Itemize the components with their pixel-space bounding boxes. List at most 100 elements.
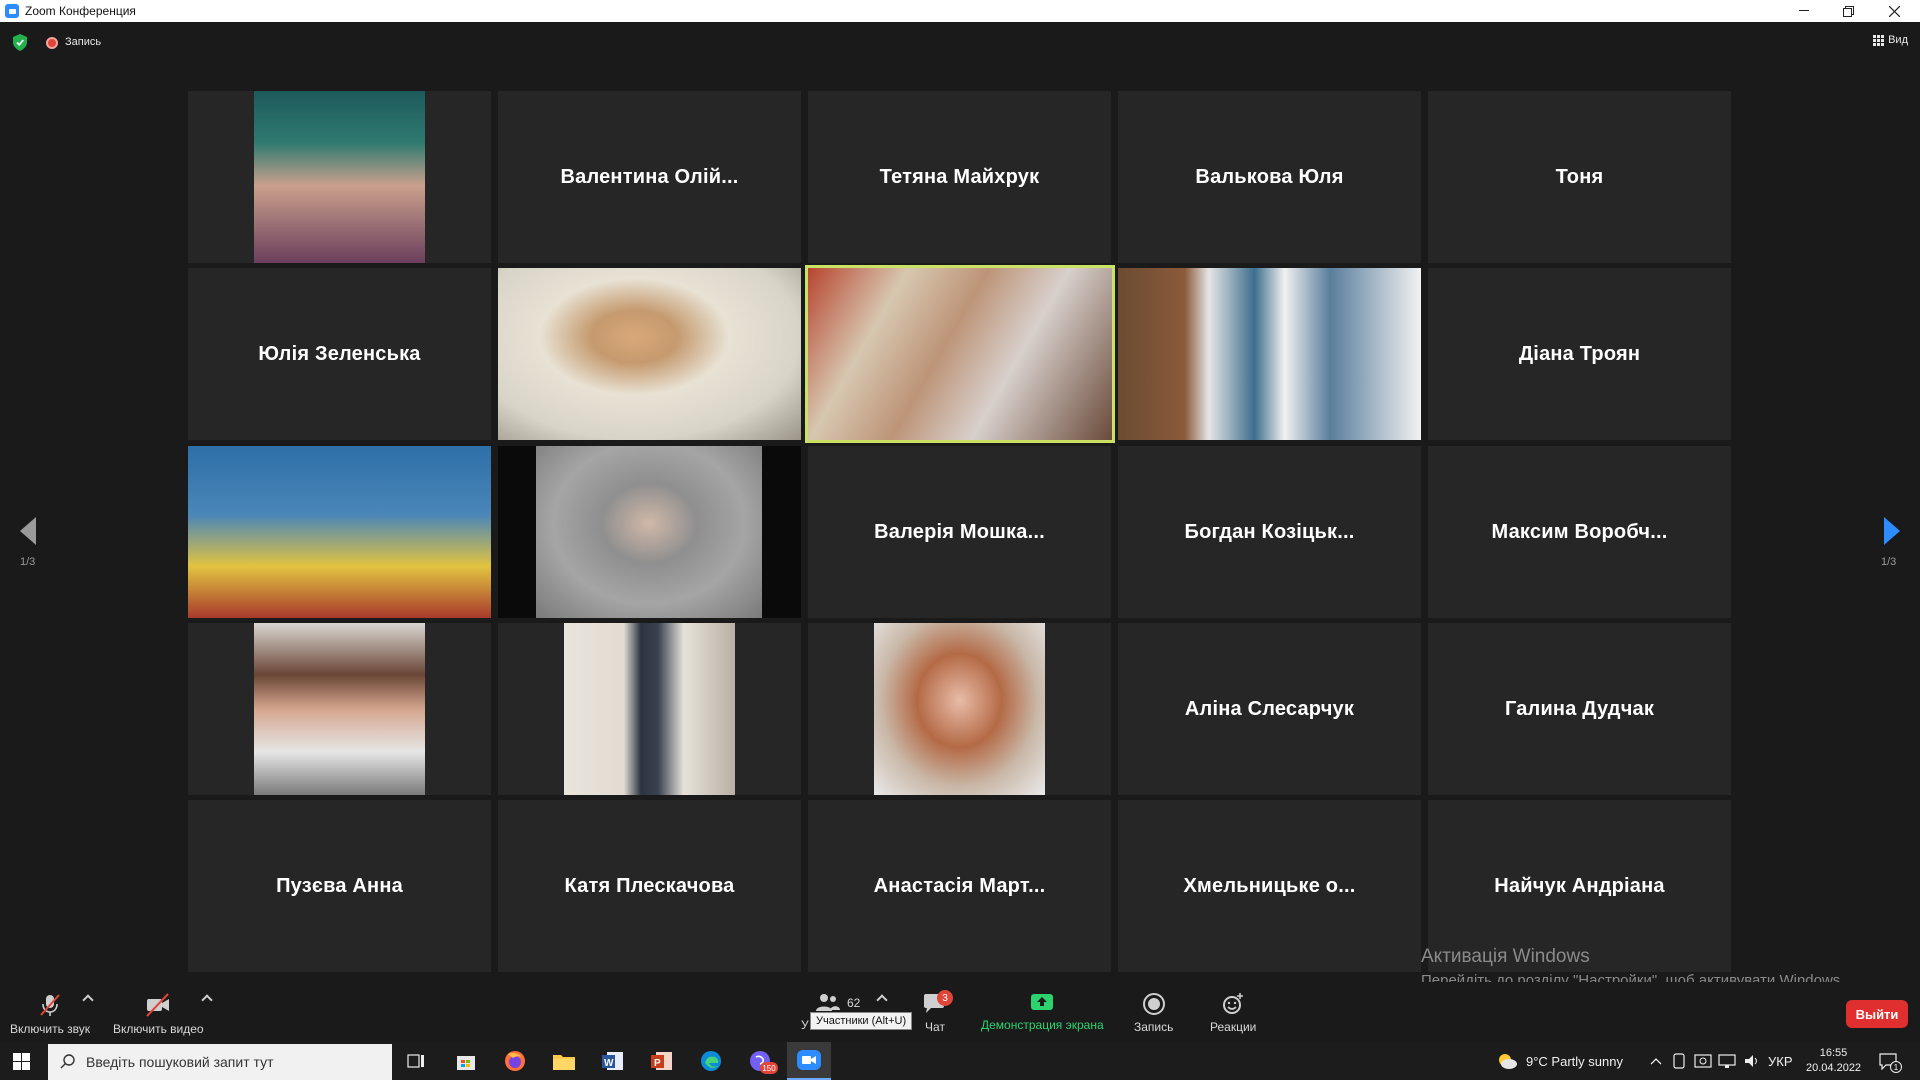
volume-icon[interactable] [1743,1042,1761,1080]
participants-count: 62 [847,996,861,1010]
tray-app-icon[interactable] [1672,1042,1686,1080]
participant-tile[interactable]: Юлія Зеленська [188,268,491,440]
search-icon [60,1054,75,1069]
page-indicator-right: 1/3 [1881,556,1897,568]
participant-tile[interactable] [188,91,491,263]
participant-tile[interactable]: Тоня [1428,91,1731,263]
participant-name: Хмельницьке о... [1183,874,1356,897]
edge-app-icon[interactable] [689,1042,733,1080]
participant-name: Найчук Андріана [1494,874,1665,897]
taskbar-search-box[interactable]: Введіть пошуковий запит тут [48,1044,392,1080]
participant-tile[interactable] [498,446,801,618]
recording-label: Запись [65,36,102,48]
file-explorer-app-icon[interactable] [542,1042,586,1080]
participant-name: Катя Плескачова [564,874,735,897]
participant-tile[interactable]: Максим Воробч... [1428,446,1731,618]
start-video-label: Включить видео [113,1022,204,1036]
window-title: Zoom Конференция [25,4,136,18]
record-icon [1142,993,1165,1015]
participant-name: Богдан Козіцьк... [1184,520,1355,543]
svg-text:P: P [654,1058,661,1069]
participant-tile[interactable] [188,446,491,618]
encryption-shield-icon[interactable] [12,34,28,51]
svg-text:W: W [604,1058,614,1069]
task-view-icon[interactable] [394,1042,438,1080]
participant-tile[interactable]: Валькова Юля [1118,91,1421,263]
tray-sync-icon[interactable] [1694,1042,1712,1080]
recording-indicator-icon [46,37,58,49]
zoom-taskbar-icon[interactable] [787,1042,831,1080]
chat-label: Чат [925,1020,945,1034]
participants-label: У [801,1018,809,1032]
leave-meeting-button[interactable]: Выйти [1846,1000,1908,1028]
participant-video [498,268,801,440]
participant-name: Галина Дудчак [1504,697,1655,720]
participant-video [808,268,1112,440]
record-button[interactable]: Запись [1134,992,1173,1034]
participant-tile[interactable]: Хмельницьке о... [1118,800,1421,972]
powerpoint-app-icon[interactable]: P [640,1042,684,1080]
weather-widget[interactable]: 9°C Partly sunny [1496,1042,1623,1080]
weather-text: 9°C Partly sunny [1526,1053,1623,1069]
language-indicator[interactable]: УКР [1768,1042,1793,1080]
search-placeholder: Введіть пошуковий запит тут [86,1054,274,1070]
mic-muted-icon [40,994,60,1016]
participant-tile[interactable]: Валерія Мошка... [808,446,1111,618]
minimize-button[interactable] [1782,0,1826,22]
participant-tile[interactable]: Богдан Козіцьк... [1118,446,1421,618]
show-hidden-icons-chevron-icon[interactable] [1650,1042,1662,1080]
participant-name: Валентина Олій... [560,165,739,188]
participant-name: Аліна Слесарчук [1184,697,1355,720]
restore-button[interactable] [1826,0,1870,22]
participant-tile[interactable] [1118,268,1421,440]
chat-unread-badge: 3 [937,990,953,1006]
firefox-app-icon[interactable] [493,1042,537,1080]
unmute-button[interactable]: Включить звук [10,992,90,1036]
participants-icon [816,994,840,1011]
participant-tile[interactable]: Анастасія Март... [808,800,1111,972]
share-screen-icon [1031,994,1054,1010]
zoom-window: Zoom Конференция Запись Вид Валентина Ол… [0,0,1920,1080]
share-screen-label: Демонстрация экрана [981,1018,1104,1032]
notification-count: 1 [1890,1061,1902,1073]
participant-tile[interactable] [498,268,801,440]
participant-tile[interactable]: Пузєва Анна [188,800,491,972]
notifications-icon[interactable]: 1 [1878,1042,1910,1080]
partly-sunny-icon [1499,1054,1517,1069]
next-page-arrow-icon[interactable] [1884,517,1900,545]
reactions-button[interactable]: Реакции [1210,992,1256,1034]
participant-video [254,623,425,795]
participant-tile[interactable]: Галина Дудчак [1428,623,1731,795]
reactions-label: Реакции [1210,1020,1257,1034]
active-speaker-tile[interactable] [805,265,1115,443]
viber-app-icon[interactable]: 150 [738,1042,782,1080]
participant-tile[interactable] [188,623,491,795]
store-app-icon[interactable] [444,1042,488,1080]
participant-tile[interactable] [498,623,801,795]
smile-plus-icon [1223,993,1244,1014]
participant-tile[interactable]: Аліна Слесарчук [1118,623,1421,795]
previous-page-arrow-icon[interactable] [20,517,36,545]
word-app-icon[interactable]: W [591,1042,635,1080]
unmute-label: Включить звук [10,1022,91,1036]
windows-start-icon[interactable] [13,1053,30,1070]
close-button[interactable] [1872,0,1916,22]
network-icon[interactable] [1718,1042,1736,1080]
clock[interactable]: 16:55 20.04.2022 [1806,1042,1861,1080]
participants-tooltip: Участники (Alt+U) [810,1012,913,1030]
page-indicator-left: 1/3 [20,556,36,568]
grid-view-icon [1873,34,1885,46]
participant-video [1118,268,1421,440]
share-screen-button[interactable]: Демонстрация экрана [981,992,1104,1032]
view-button[interactable]: Вид [1873,34,1908,46]
participant-tile[interactable]: Валентина Олій... [498,91,801,263]
participant-tile[interactable] [808,623,1111,795]
participant-video [536,446,762,618]
participant-name: Анастасія Март... [873,874,1046,897]
start-video-button[interactable]: Включить видео [113,992,204,1036]
meeting-top-strip: Запись Вид [0,22,1920,64]
participants-options-chevron-icon[interactable] [876,994,888,1006]
participant-tile[interactable]: Тетяна Майхрук [808,91,1111,263]
participant-tile[interactable]: Катя Плескачова [498,800,801,972]
participant-tile[interactable]: Діана Троян [1428,268,1731,440]
